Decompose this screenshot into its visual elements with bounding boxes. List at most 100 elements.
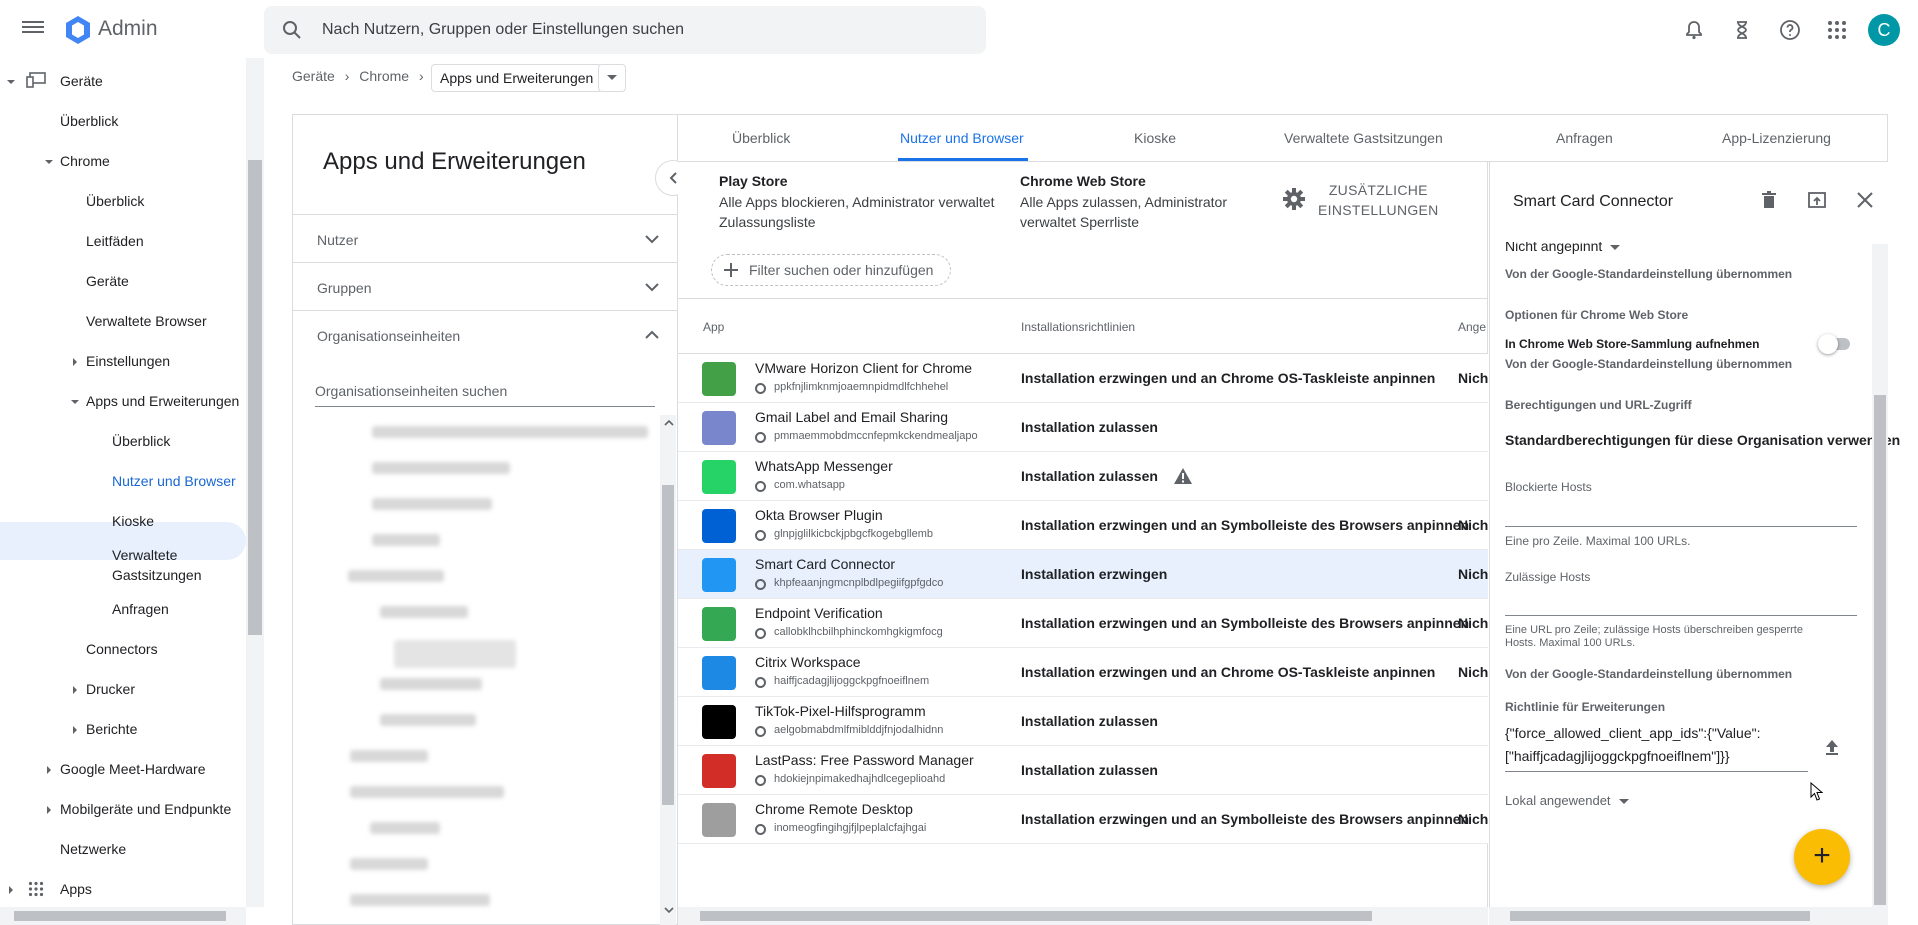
help-icon[interactable] <box>1779 19 1801 41</box>
sidebar-item-overview[interactable]: Überblick <box>60 113 118 129</box>
sidebar-item-managed-guest-line1[interactable]: Verwaltete <box>112 547 177 563</box>
app-name[interactable]: WhatsApp Messenger <box>755 458 893 474</box>
sidebar-scrollbar-thumb[interactable] <box>248 160 262 635</box>
install-policy[interactable]: Installation erzwingen <box>1021 566 1167 582</box>
applied-select[interactable]: Lokal angewendet <box>1505 793 1629 808</box>
install-policy[interactable]: Installation erzwingen und an Chrome OS-… <box>1021 370 1435 386</box>
app-name[interactable]: VMware Horizon Client for Chrome <box>755 360 972 376</box>
close-icon[interactable] <box>1855 190 1875 210</box>
org-tree-scrollbar-thumb[interactable] <box>662 485 674 805</box>
chevron-down-icon[interactable] <box>44 157 54 167</box>
chevron-right-icon[interactable] <box>6 885 16 895</box>
tab-requests[interactable]: Anfragen <box>1556 130 1613 146</box>
sidebar-item-guides[interactable]: Leitfäden <box>86 233 144 249</box>
install-policy[interactable]: Installation erzwingen und an Symbolleis… <box>1021 811 1469 827</box>
tab-kiosks[interactable]: Kioske <box>1134 130 1176 146</box>
install-policy[interactable]: Installation erzwingen und an Symbolleis… <box>1021 517 1469 533</box>
add-app-button[interactable]: + <box>1794 829 1850 885</box>
delete-icon[interactable] <box>1759 190 1779 210</box>
sidebar-item-settings[interactable]: Einstellungen <box>86 353 170 369</box>
chevron-down-icon[interactable] <box>70 397 80 407</box>
install-policy[interactable]: Installation zulassen <box>1021 419 1158 435</box>
app-name[interactable]: Smart Card Connector <box>755 556 895 572</box>
chevron-down-icon[interactable] <box>6 77 16 87</box>
breadcrumb-chrome[interactable]: Chrome <box>359 68 409 84</box>
sidebar-item-managed-browsers[interactable]: Verwaltete Browser <box>86 313 207 329</box>
table-row[interactable]: Gmail Label and Email Sharing pmmaemmobdm… <box>678 403 1488 452</box>
chevron-right-icon[interactable] <box>44 805 54 815</box>
column-app[interactable]: App <box>703 320 724 334</box>
sidebar-item-mobile-endpoints[interactable]: Mobilgeräte und Endpunkte <box>60 801 231 817</box>
hourglass-icon[interactable] <box>1731 19 1753 41</box>
table-hscrollbar-thumb[interactable] <box>700 911 1372 921</box>
table-row[interactable]: TikTok-Pixel-Hilfsprogramm aelgobmabdmlfm… <box>678 697 1488 746</box>
app-name[interactable]: Chrome Remote Desktop <box>755 801 913 817</box>
warning-icon[interactable] <box>1173 467 1193 485</box>
sidebar-item-apps[interactable]: Apps <box>60 881 92 897</box>
table-row[interactable]: Okta Browser Plugin glnpjglilkicbckjpbgcf… <box>678 501 1488 550</box>
sidebar-item-printers[interactable]: Drucker <box>86 681 135 697</box>
search-input[interactable]: Nach Nutzern, Gruppen oder Einstellungen… <box>322 21 684 39</box>
panel-hscrollbar-thumb[interactable] <box>1510 911 1810 921</box>
app-name[interactable]: Okta Browser Plugin <box>755 507 883 523</box>
sidebar-item-managed-guest-line2[interactable]: Gastsitzungen <box>112 567 202 583</box>
section-groups[interactable]: Gruppen <box>293 262 677 310</box>
sidebar-item-networks[interactable]: Netzwerke <box>60 841 126 857</box>
sidebar-item-reports[interactable]: Berichte <box>86 721 137 737</box>
sidebar-item-meet-hardware[interactable]: Google Meet-Hardware <box>60 761 206 777</box>
install-policy[interactable]: Installation zulassen <box>1021 713 1158 729</box>
app-name[interactable]: TikTok-Pixel-Hilfsprogramm <box>755 703 926 719</box>
section-org-units[interactable]: Organisationseinheiten <box>293 310 677 358</box>
table-row[interactable]: Smart Card Connector khpfeaanjngmcnplbdlp… <box>678 550 1488 599</box>
install-policy[interactable]: Installation zulassen <box>1021 468 1158 484</box>
sidebar-item-kiosks[interactable]: Kioske <box>112 513 154 529</box>
sidebar-item-devices[interactable]: Geräte <box>60 73 103 89</box>
blocked-hosts-input[interactable] <box>1505 526 1857 527</box>
chevron-right-icon[interactable] <box>70 685 80 695</box>
chevron-down-icon[interactable] <box>664 905 674 915</box>
filter-button[interactable]: Filter suchen oder hinzufügen <box>711 254 951 286</box>
avatar[interactable]: C <box>1868 14 1900 46</box>
table-row[interactable]: Chrome Remote Desktop inomeogfingihgjfjlp… <box>678 795 1488 844</box>
upload-icon[interactable] <box>1824 738 1840 756</box>
admin-logo-icon[interactable] <box>62 14 94 46</box>
main-menu-icon[interactable] <box>22 18 44 40</box>
org-unit-search-input[interactable]: Organisationseinheiten suchen <box>315 383 655 407</box>
sidebar-item-chrome-devices[interactable]: Geräte <box>86 273 129 289</box>
panel-scrollbar-thumb[interactable] <box>1874 395 1886 905</box>
table-row[interactable]: VMware Horizon Client for Chrome ppkfnjli… <box>678 354 1488 403</box>
extension-policy-line-1[interactable]: {"force_allowed_client_app_ids":{"Value"… <box>1505 725 1760 741</box>
gear-icon[interactable] <box>1283 188 1305 210</box>
install-policy[interactable]: Installation erzwingen und an Symbolleis… <box>1021 615 1469 631</box>
sidebar-item-chrome-overview[interactable]: Überblick <box>86 193 144 209</box>
bell-icon[interactable] <box>1683 19 1705 41</box>
section-users[interactable]: Nutzer <box>293 214 677 262</box>
webstore-collection-toggle[interactable] <box>1818 334 1852 354</box>
install-policy[interactable]: Installation erzwingen und an Chrome OS-… <box>1021 664 1435 680</box>
permissions-value[interactable]: Standardberechtigungen für diese Organis… <box>1505 432 1900 448</box>
sidebar-item-connectors[interactable]: Connectors <box>86 641 158 657</box>
extension-policy-line-2[interactable]: ["haiffjcadagjlijoggckpgfnoeiflnem"]}} <box>1505 748 1730 764</box>
app-name[interactable]: Citrix Workspace <box>755 654 861 670</box>
app-name[interactable]: Gmail Label and Email Sharing <box>755 409 948 425</box>
chevron-right-icon[interactable] <box>44 765 54 775</box>
column-install-policy[interactable]: Installationsrichtlinien <box>1021 320 1135 334</box>
sidebar-item-chrome[interactable]: Chrome <box>60 153 110 169</box>
tab-managed-guest[interactable]: Verwaltete Gastsitzungen <box>1284 130 1443 146</box>
column-applied[interactable]: Ange <box>1458 320 1488 334</box>
sidebar-item-apps-extensions[interactable]: Apps und Erweiterungen <box>86 393 239 409</box>
chevron-right-icon[interactable] <box>70 725 80 735</box>
tab-app-licensing[interactable]: App-Lizenzierung <box>1722 130 1831 146</box>
install-policy[interactable]: Installation zulassen <box>1021 762 1158 778</box>
sidebar-item-requests[interactable]: Anfragen <box>112 601 169 617</box>
app-name[interactable]: Endpoint Verification <box>755 605 883 621</box>
app-title[interactable]: Admin <box>98 17 158 41</box>
search-bar[interactable]: Nach Nutzern, Gruppen oder Einstellungen… <box>264 6 986 54</box>
sidebar-item-users-browsers[interactable]: Nutzer und Browser <box>112 473 236 489</box>
app-name[interactable]: LastPass: Free Password Manager <box>755 752 974 768</box>
sidebar-item-apps-overview[interactable]: Überblick <box>112 433 170 449</box>
allowed-hosts-input[interactable] <box>1505 615 1857 616</box>
table-row[interactable]: Endpoint Verification callobklhcbilhphinc… <box>678 599 1488 648</box>
breadcrumb-devices[interactable]: Geräte <box>292 68 335 84</box>
open-in-new-icon[interactable] <box>1807 190 1827 210</box>
